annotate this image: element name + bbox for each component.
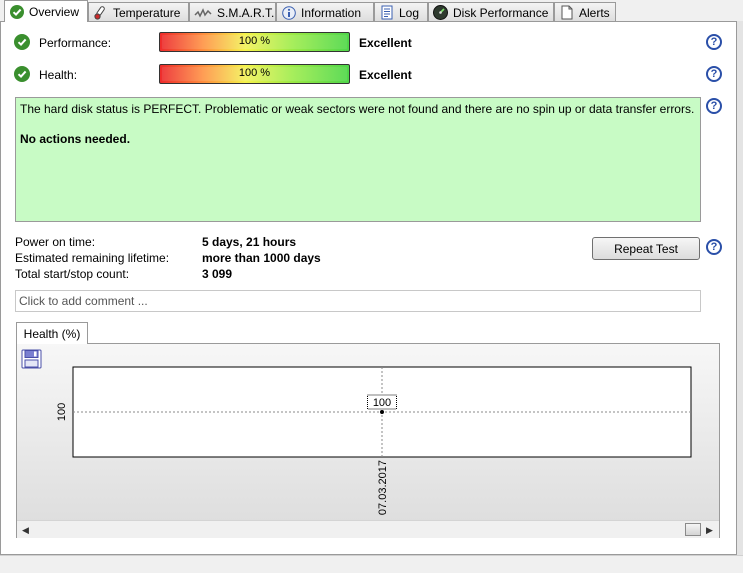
data-point — [380, 410, 384, 414]
health-verdict: Excellent — [359, 68, 412, 82]
health-chart: 100 07.03.2017 100 — [56, 366, 692, 515]
x-tick-label: 07.03.2017 — [377, 460, 389, 515]
check-circle-icon — [9, 4, 24, 19]
status-help-icon[interactable]: ? — [706, 98, 722, 114]
thermometer-icon — [93, 5, 108, 20]
scroll-left-arrow-icon[interactable]: ◀ — [22, 525, 29, 536]
y-tick-label: 100 — [56, 403, 68, 421]
performance-help-icon[interactable]: ? — [706, 34, 722, 50]
alerts-document-icon — [559, 5, 574, 20]
health-chart-area: 100 07.03.2017 100 ◀ ▶ — [16, 343, 720, 538]
window-bottom-strip — [0, 555, 743, 573]
window-vertical-scrollbar[interactable] — [737, 21, 743, 555]
tab-disk-performance-label: Disk Performance — [453, 5, 549, 20]
log-document-icon — [379, 5, 394, 20]
performance-label: Performance: — [39, 36, 112, 50]
chart-wave-icon — [194, 5, 212, 20]
remaining-lifetime-label: Estimated remaining lifetime: — [15, 251, 170, 265]
remaining-lifetime-value: more than 1000 days — [202, 251, 321, 265]
gauge-icon — [433, 5, 448, 20]
health-bar-text: 100 % — [238, 67, 271, 79]
performance-bar-text: 100 % — [238, 35, 271, 47]
scroll-thumb[interactable] — [685, 523, 701, 536]
chart-horizontal-scrollbar[interactable]: ◀ ▶ — [17, 520, 719, 538]
tab-overview-label: Overview — [29, 4, 80, 19]
info-icon — [281, 5, 296, 20]
tab-temperature-label: Temperature — [113, 5, 181, 20]
repeat-test-help-icon[interactable]: ? — [706, 239, 722, 255]
status-message-box: The hard disk status is PERFECT. Problem… — [15, 97, 701, 222]
tab-temperature[interactable]: Temperature — [88, 2, 189, 22]
start-stop-count-value: 3 099 — [202, 267, 233, 281]
comment-input[interactable] — [15, 290, 701, 312]
scroll-right-arrow-icon[interactable]: ▶ — [706, 525, 713, 536]
power-on-time-label: Power on time: — [15, 235, 96, 249]
tab-disk-performance[interactable]: Disk Performance — [428, 2, 554, 22]
tab-alerts[interactable]: Alerts — [554, 2, 616, 22]
power-on-time-value: 5 days, 21 hours — [202, 235, 297, 249]
tab-information[interactable]: Information — [276, 2, 374, 22]
tab-overview[interactable]: Overview — [4, 0, 88, 22]
overview-panel: Performance: 100 % Excellent ? Health: 1… — [0, 21, 737, 555]
tab-log-label: Log — [399, 5, 420, 20]
data-label: 100 — [373, 397, 391, 409]
health-label: Health: — [39, 68, 78, 82]
tab-smart-label: S.M.A.R.T. — [217, 5, 275, 20]
status-action: No actions needed. — [20, 132, 131, 146]
start-stop-count-label: Total start/stop count: — [15, 267, 130, 281]
tab-alerts-label: Alerts — [579, 5, 610, 20]
tab-log[interactable]: Log — [374, 2, 428, 22]
health-help-icon[interactable]: ? — [706, 66, 722, 82]
chart-tab-health[interactable]: Health (%) — [16, 322, 88, 344]
repeat-test-button[interactable]: Repeat Test — [592, 237, 700, 260]
health-bar: 100 % — [159, 64, 350, 84]
tab-smart[interactable]: S.M.A.R.T. — [189, 2, 276, 22]
health-ok-icon — [14, 66, 30, 82]
status-message: The hard disk status is PERFECT. Problem… — [20, 102, 695, 116]
tab-information-label: Information — [301, 5, 362, 20]
chart-tab-label: Health (%) — [23, 326, 81, 341]
performance-verdict: Excellent — [359, 36, 412, 50]
performance-bar: 100 % — [159, 32, 350, 52]
tab-bar: Overview Temperature S.M.A.R.T. Informat… — [0, 0, 743, 22]
performance-ok-icon — [14, 34, 30, 50]
